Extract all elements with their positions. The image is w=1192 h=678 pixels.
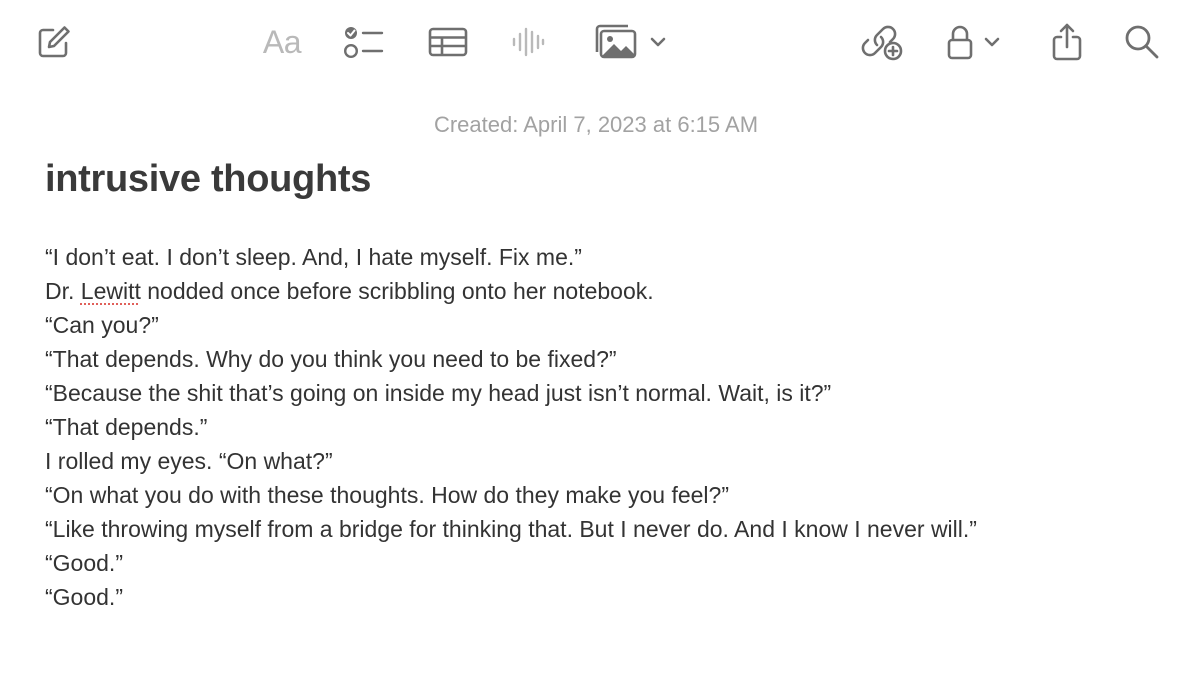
note-line[interactable]: Dr. Lewitt nodded once before scribbling…	[45, 274, 1145, 308]
link-plus-icon	[861, 25, 903, 61]
chevron-down-icon	[650, 37, 666, 47]
note-title[interactable]: intrusive thoughts	[45, 158, 371, 201]
note-line[interactable]: “Good.”	[45, 546, 1145, 580]
share-button[interactable]	[1044, 18, 1090, 66]
note-line[interactable]: “Because the shit that’s going on inside…	[45, 376, 1145, 410]
lock-icon	[947, 25, 973, 60]
new-note-button[interactable]	[30, 18, 78, 66]
lock-note-button[interactable]	[940, 18, 1008, 66]
table-button[interactable]	[424, 18, 472, 66]
note-line[interactable]: “Can you?”	[45, 308, 1145, 342]
share-icon	[1052, 23, 1082, 61]
checklist-icon	[343, 27, 384, 59]
photo-gallery-icon	[595, 24, 637, 59]
notes-window: Aa Created: April 7, 2023 at 6:15 AM int…	[0, 0, 1192, 678]
search-button[interactable]	[1118, 18, 1166, 66]
toolbar: Aa	[0, 0, 1192, 84]
note-line[interactable]: “Good.”	[45, 580, 1145, 614]
collaborate-button[interactable]	[856, 18, 908, 66]
line-text: Dr.	[45, 278, 81, 304]
search-icon	[1125, 25, 1159, 59]
media-button[interactable]	[588, 18, 672, 66]
note-line[interactable]: “That depends. Why do you think you need…	[45, 342, 1145, 376]
format-label: Aa	[262, 23, 302, 60]
note-line[interactable]: “I don’t eat. I don’t sleep. And, I hate…	[45, 240, 1145, 274]
note-line[interactable]: I rolled my eyes. “On what?”	[45, 444, 1145, 478]
note-line[interactable]: “Like throwing myself from a bridge for …	[45, 512, 1145, 546]
compose-icon	[38, 26, 70, 58]
note-line[interactable]: “On what you do with these thoughts. How…	[45, 478, 1145, 512]
created-timestamp: Created: April 7, 2023 at 6:15 AM	[433, 112, 759, 137]
spelling-flagged-word[interactable]: Lewitt	[81, 278, 141, 304]
checklist-button[interactable]	[340, 18, 388, 66]
line-text: nodded once before scribbling onto her n…	[140, 278, 654, 304]
record-audio-button[interactable]	[506, 18, 550, 66]
audio-waveform-icon	[512, 27, 545, 57]
chevron-down-icon	[984, 37, 1000, 47]
note-body[interactable]: “I don’t eat. I don’t sleep. And, I hate…	[45, 240, 1145, 614]
table-icon	[428, 27, 468, 57]
format-button[interactable]: Aa	[256, 18, 308, 66]
note-line[interactable]: “That depends.”	[45, 410, 1145, 444]
